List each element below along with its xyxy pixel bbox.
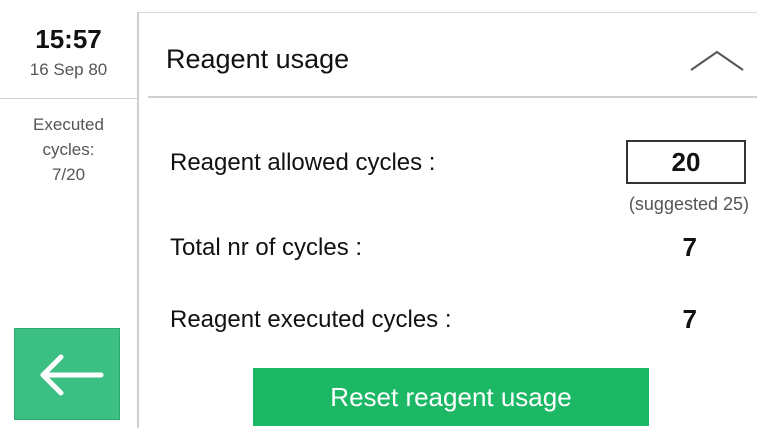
executed-cycles-label: Executed cycles: xyxy=(0,112,137,162)
section-header[interactable]: Reagent usage xyxy=(148,20,757,98)
arrow-left-icon xyxy=(40,354,104,396)
total-cycles-label: Total nr of cycles : xyxy=(170,234,363,261)
total-cycles-value: 7 xyxy=(682,232,697,262)
executed-cycles-value: 7/20 xyxy=(51,165,86,184)
executed-cycles-text: Executed cycles: xyxy=(33,115,104,159)
executed-cycles-status: Executed cycles: 7/20 xyxy=(0,112,137,187)
allowed-cycles-input[interactable]: 20 xyxy=(626,140,746,184)
clock-date: 16 Sep 80 xyxy=(29,60,108,79)
suggested-cycles-hint: (suggested 25) xyxy=(628,194,749,214)
executed-cycles-row-value: 7 xyxy=(682,304,697,334)
clock-time: 15:57 xyxy=(35,24,102,54)
executed-cycles-row-label: Reagent executed cycles : xyxy=(170,306,452,333)
screen: 15:57 16 Sep 80 Executed cycles: 7/20 Re… xyxy=(0,0,757,428)
sidebar-divider xyxy=(0,98,137,99)
section-title: Reagent usage xyxy=(166,44,350,74)
reset-reagent-usage-button[interactable]: Reset reagent usage xyxy=(253,368,649,426)
chevron-up-icon xyxy=(690,50,744,71)
collapse-button[interactable] xyxy=(677,36,757,82)
allowed-cycles-label: Reagent allowed cycles : xyxy=(170,149,436,176)
back-button[interactable] xyxy=(14,328,120,420)
